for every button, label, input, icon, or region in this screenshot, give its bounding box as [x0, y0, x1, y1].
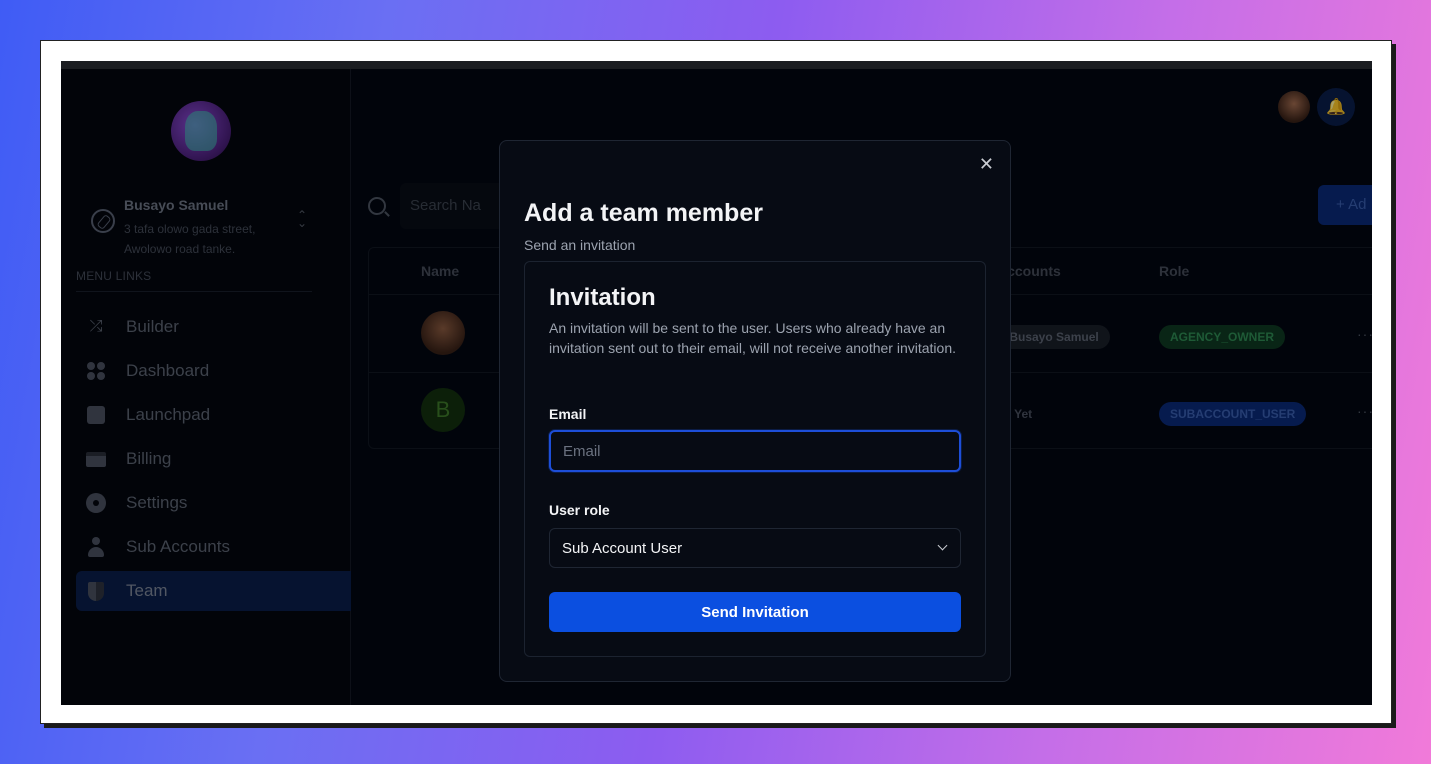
send-invitation-button[interactable]: Send Invitation	[549, 592, 961, 632]
card-title: Invitation	[549, 284, 656, 311]
user-role-select[interactable]: Sub Account User	[549, 528, 961, 568]
close-icon[interactable]: ✕	[979, 155, 994, 173]
user-role-label: User role	[549, 502, 610, 518]
card-description: An invitation will be sent to the user. …	[549, 320, 956, 356]
email-label: Email	[549, 406, 587, 422]
dialog-subtitle: Send an invitation	[524, 237, 636, 253]
invitation-card: Invitation An invitation will be sent to…	[524, 261, 986, 657]
screenshot-frame: Busayo Samuel 3 tafa olowo gada street, …	[40, 40, 1392, 724]
app-window: Busayo Samuel 3 tafa olowo gada street, …	[61, 61, 1372, 705]
dialog-title: Add a team member	[524, 199, 763, 227]
chevron-down-icon	[937, 540, 948, 551]
email-field[interactable]	[549, 430, 961, 472]
add-team-member-dialog: ✕ Add a team member Send an invitation I…	[499, 140, 1011, 682]
user-role-value: Sub Account User	[562, 539, 683, 557]
